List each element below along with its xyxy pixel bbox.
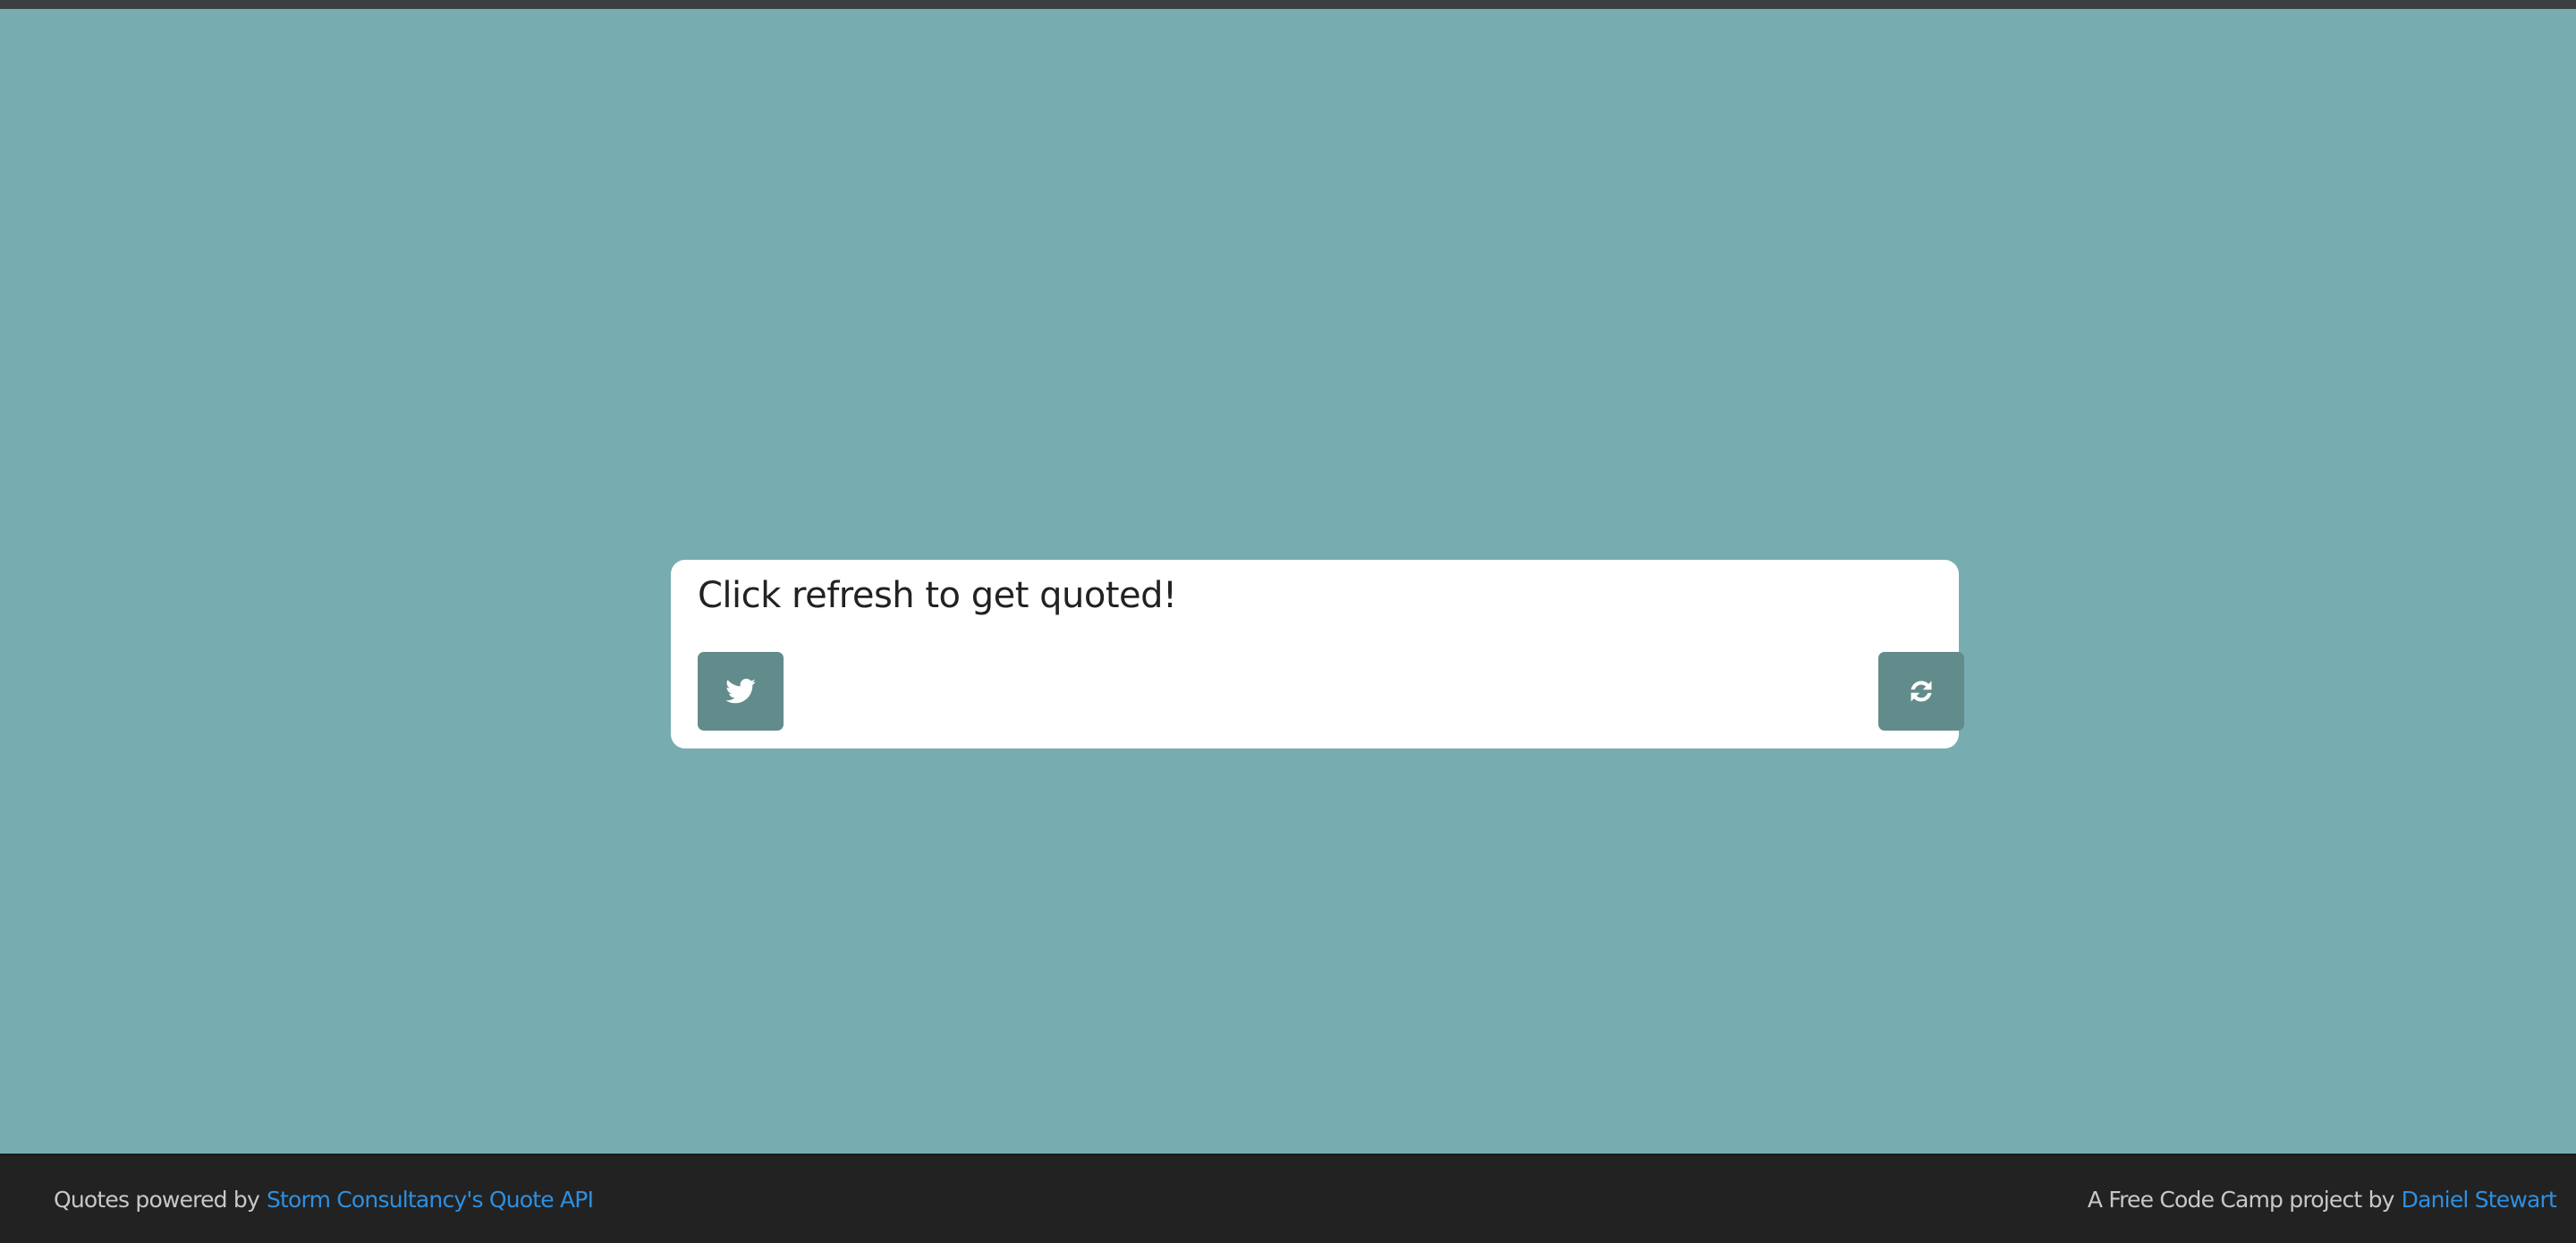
footer-right: A Free Code Camp project by Daniel Stewa… bbox=[2087, 1155, 2557, 1243]
quote-card: Click refresh to get quoted! bbox=[671, 560, 1964, 748]
refresh-icon bbox=[1911, 681, 1932, 702]
twitter-icon bbox=[725, 679, 756, 704]
footer-project-text: A Free Code Camp project by bbox=[2087, 1186, 2395, 1213]
top-bar bbox=[0, 0, 2576, 9]
quote-text: Click refresh to get quoted! bbox=[698, 575, 1177, 616]
author-link[interactable]: Daniel Stewart bbox=[2402, 1187, 2557, 1213]
quote-api-link[interactable]: Storm Consultancy's Quote API bbox=[267, 1187, 594, 1213]
footer-left: Quotes powered by Storm Consultancy's Qu… bbox=[54, 1155, 594, 1243]
tweet-button[interactable] bbox=[698, 652, 784, 731]
footer-attribution-text: Quotes powered by bbox=[54, 1186, 260, 1213]
refresh-button[interactable] bbox=[1878, 652, 1964, 731]
footer: Quotes powered by Storm Consultancy's Qu… bbox=[0, 1154, 2576, 1243]
